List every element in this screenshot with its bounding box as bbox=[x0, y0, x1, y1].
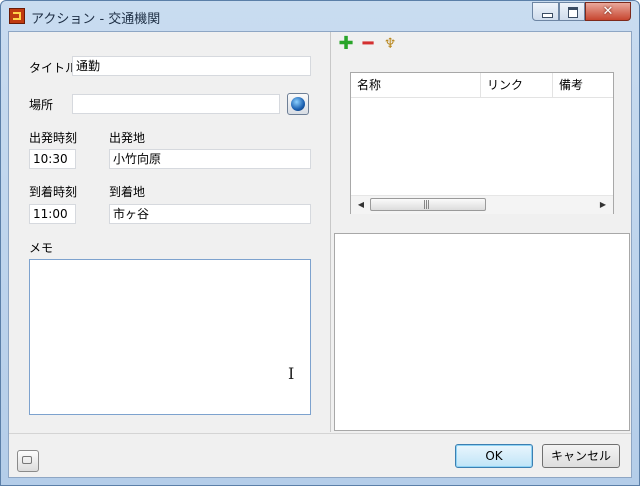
links-list[interactable]: 名称 リンク 備考 ◀ ||| ▶ bbox=[350, 72, 614, 214]
grip-icon: ||| bbox=[423, 200, 430, 210]
title-label: タイトル bbox=[29, 61, 78, 75]
help-icon bbox=[22, 456, 32, 464]
memo-label: メモ bbox=[29, 241, 54, 255]
window-title: アクション - 交通機関 bbox=[31, 12, 161, 27]
help-button[interactable] bbox=[17, 450, 39, 472]
scroll-thumb[interactable]: ||| bbox=[370, 198, 486, 211]
dialog-window: アクション - 交通機関 ✕ タイトル 通勤 場所 出発時刻 出発地 10:30… bbox=[0, 0, 640, 486]
scroll-right-icon[interactable]: ▶ bbox=[595, 196, 611, 214]
map-button[interactable] bbox=[287, 93, 309, 115]
title-bar[interactable]: アクション - 交通機関 ✕ bbox=[1, 1, 639, 31]
ok-button[interactable]: OK bbox=[455, 444, 533, 468]
footer-divider bbox=[9, 433, 631, 434]
minimize-button[interactable] bbox=[532, 2, 559, 21]
place-label: 場所 bbox=[29, 98, 54, 112]
app-icon bbox=[9, 8, 25, 24]
depart-time-label: 出発時刻 bbox=[29, 131, 78, 145]
maximize-button[interactable] bbox=[559, 2, 585, 21]
depart-place-label: 出発地 bbox=[109, 131, 146, 145]
text-cursor-icon: I bbox=[288, 364, 295, 383]
plus-icon[interactable]: ✚ bbox=[338, 35, 354, 53]
depart-time-input[interactable]: 10:30 bbox=[29, 149, 76, 169]
memo-textarea[interactable]: I bbox=[29, 259, 311, 415]
arrive-place-input[interactable]: 市ヶ谷 bbox=[109, 204, 311, 224]
details-panel: タイトル 通勤 場所 出発時刻 出発地 10:30 小竹向原 到着時刻 到着地 … bbox=[9, 32, 331, 432]
minus-icon[interactable]: ━ bbox=[360, 35, 376, 53]
arrive-place-label: 到着地 bbox=[109, 185, 146, 199]
wrench-icon[interactable]: ♆ bbox=[382, 36, 398, 52]
cancel-button[interactable]: キャンセル bbox=[542, 444, 620, 468]
horizontal-scrollbar[interactable]: ◀ ||| ▶ bbox=[351, 195, 613, 214]
dialog-client-area: タイトル 通勤 場所 出発時刻 出発地 10:30 小竹向原 到着時刻 到着地 … bbox=[8, 31, 632, 478]
list-header: 名称 リンク 備考 bbox=[351, 73, 613, 98]
column-header-name[interactable]: 名称 bbox=[351, 73, 481, 97]
depart-place-input[interactable]: 小竹向原 bbox=[109, 149, 311, 169]
title-input[interactable]: 通勤 bbox=[72, 56, 311, 76]
arrive-time-input[interactable]: 11:00 bbox=[29, 204, 76, 224]
scroll-left-icon[interactable]: ◀ bbox=[353, 196, 369, 214]
globe-icon bbox=[291, 97, 305, 111]
close-button[interactable]: ✕ bbox=[585, 2, 631, 21]
column-header-note[interactable]: 備考 bbox=[553, 73, 613, 97]
place-input[interactable] bbox=[72, 94, 280, 114]
column-header-link[interactable]: リンク bbox=[481, 73, 553, 97]
preview-pane bbox=[334, 233, 630, 431]
arrive-time-label: 到着時刻 bbox=[29, 185, 78, 199]
close-icon: ✕ bbox=[602, 4, 614, 19]
links-panel: ✚ ━ ♆ 名称 リンク 備考 ◀ ||| ▶ bbox=[334, 32, 631, 230]
